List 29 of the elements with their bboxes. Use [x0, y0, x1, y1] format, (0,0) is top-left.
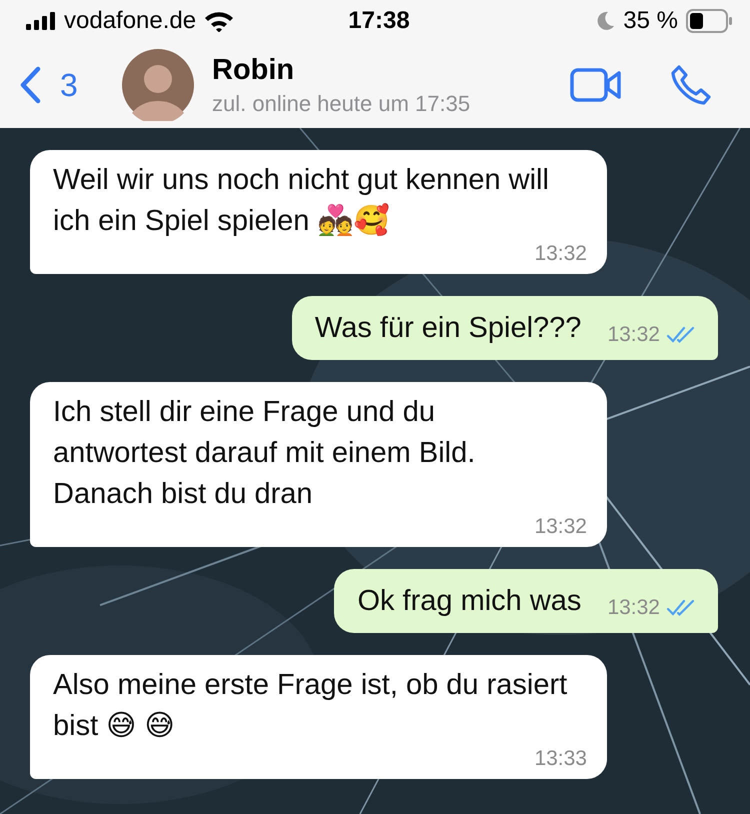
last-seen-status: zul. online heute um 17:35: [212, 90, 472, 116]
message-time: 13:32: [607, 596, 660, 620]
message-text: Was für ein Spiel???: [314, 311, 582, 346]
message-time: 13:32: [534, 242, 587, 266]
message-bubble[interactable]: Ok frag mich was 13:32: [334, 569, 718, 633]
battery-icon: [686, 9, 732, 33]
wifi-icon: [204, 10, 234, 32]
message-bubble[interactable]: Ich stell dir eine Frage und du antwortest darauf mit einem Bild. Danach bist du dran 13:32: [30, 382, 607, 547]
message-bubble[interactable]: Also meine erste Frage ist, ob du rasiert bist 😅 😅 13:33: [30, 655, 607, 779]
signal-icon: [26, 12, 56, 30]
message-text: Weil wir uns noch nicht gut kennen will ich ein Spiel spielen 💑🥰: [53, 163, 550, 239]
moon-icon: [597, 11, 616, 31]
clock-time: 17:38: [348, 7, 410, 35]
message-bubble[interactable]: Weil wir uns noch nicht gut kennen will ich ein Spiel spielen 💑🥰 13:32: [30, 150, 607, 274]
back-chevron-icon: [18, 66, 42, 104]
message-text: Ich stell dir eine Frage und du antwortest darauf mit einem Bild. Danach bist du dran: [53, 395, 476, 512]
contact-name: Robin: [212, 54, 296, 86]
phone-call-icon[interactable]: [670, 64, 712, 106]
message-time: 13:32: [534, 515, 587, 539]
message-bubble[interactable]: Was für ein Spiel??? 13:32: [292, 296, 718, 360]
message-text: Ok frag mich was: [357, 584, 582, 619]
carrier-name: vodafone.de: [64, 7, 196, 35]
back-button[interactable]: 3: [18, 66, 122, 104]
video-call-icon[interactable]: [570, 68, 622, 102]
message-text: Also meine erste Frage ist, ob du rasiert bist 😅 😅: [53, 668, 568, 744]
avatar-icon[interactable]: [122, 49, 194, 121]
message-time: 13:32: [607, 323, 660, 347]
message-time: 13:33: [534, 747, 587, 771]
battery-percent: 35 %: [623, 7, 678, 35]
